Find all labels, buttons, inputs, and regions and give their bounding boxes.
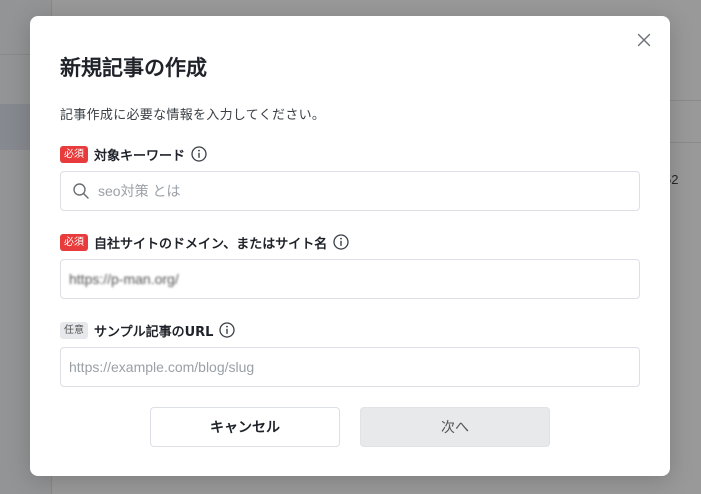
sample-url-label: サンプル記事のURL <box>94 324 214 340</box>
close-button[interactable] <box>634 30 654 50</box>
next-button[interactable]: 次へ <box>360 407 550 447</box>
info-icon[interactable] <box>191 146 207 162</box>
domain-label-row: 必須 自社サイトのドメイン、またはサイト名 <box>60 232 349 252</box>
sample-url-input[interactable] <box>61 348 639 386</box>
search-icon <box>73 183 89 199</box>
info-icon[interactable] <box>333 234 349 250</box>
dialog-title: 新規記事の作成 <box>60 56 207 80</box>
dialog-description: 記事作成に必要な情報を入力してください。 <box>60 108 326 123</box>
domain-input[interactable] <box>61 260 639 298</box>
domain-input-box[interactable] <box>60 259 640 299</box>
cancel-button[interactable]: キャンセル <box>150 407 340 447</box>
keyword-label: 対象キーワード <box>94 148 186 164</box>
sample-url-label-row: 任意 サンプル記事のURL <box>60 320 236 340</box>
keyword-label-row: 必須 対象キーワード <box>60 144 207 164</box>
new-article-dialog: 新規記事の作成 記事作成に必要な情報を入力してください。 必須 対象キーワード … <box>30 16 670 476</box>
close-icon <box>637 33 651 47</box>
info-icon[interactable] <box>219 322 236 338</box>
domain-label: 自社サイトのドメイン、またはサイト名 <box>94 236 328 252</box>
keyword-input[interactable] <box>90 172 639 210</box>
required-badge: 必須 <box>60 145 88 163</box>
keyword-input-box[interactable] <box>60 171 640 211</box>
sample-url-input-box[interactable] <box>60 347 640 387</box>
required-badge: 必須 <box>60 233 88 251</box>
optional-badge: 任意 <box>60 321 88 339</box>
